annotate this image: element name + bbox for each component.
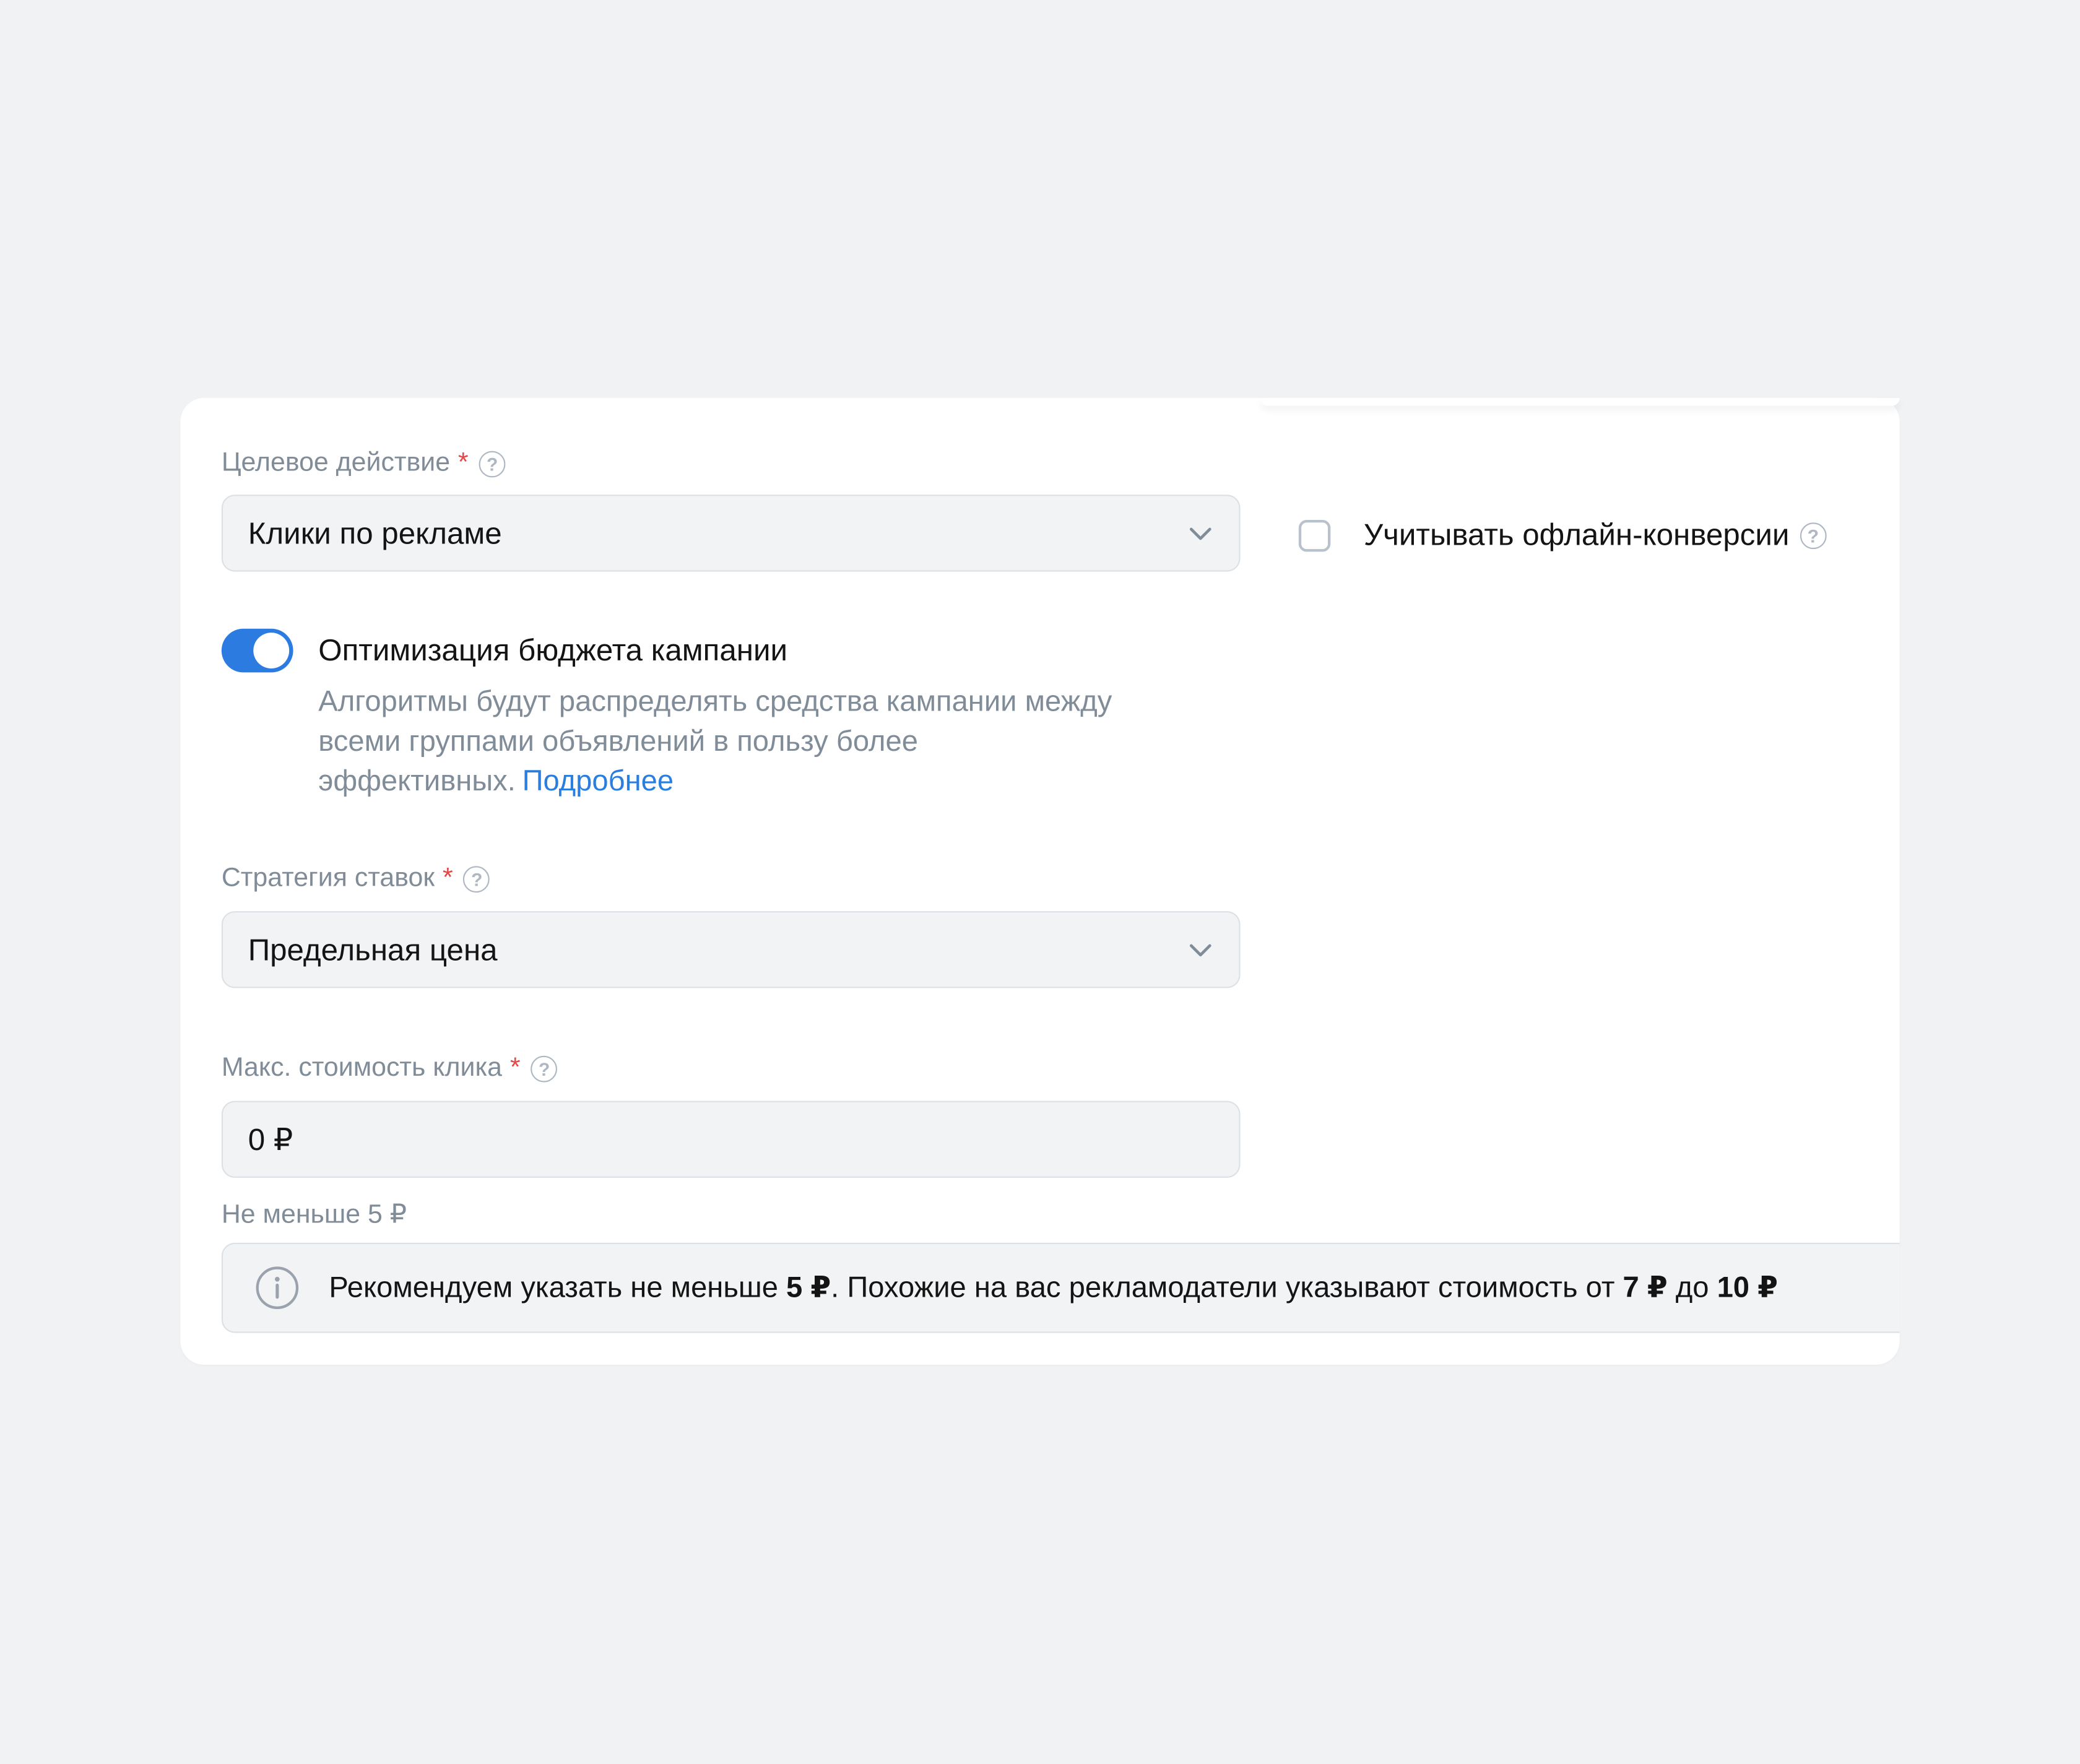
recommendation-min: 5 ₽ (786, 1270, 831, 1304)
target-action-label: Целевое действие (221, 448, 451, 478)
offline-conversions-checkbox[interactable] (1298, 519, 1331, 551)
help-icon[interactable]: ? (531, 1055, 558, 1082)
bid-strategy-label-row: Стратегия ставок * ? (222, 863, 490, 894)
bid-strategy-label: Стратегия ставок (221, 863, 435, 893)
help-icon[interactable]: ? (479, 450, 506, 477)
max-click-cost-hint: Не меньше 5 ₽ (221, 1200, 407, 1230)
max-click-cost-input[interactable]: 0 ₽ (221, 1100, 1241, 1178)
budget-optimization-description: Алгоритмы будут распределять средства ка… (318, 681, 1181, 801)
chevron-down-icon (1189, 944, 1211, 957)
chevron-down-icon (1189, 527, 1211, 540)
recommendation-to: 10 ₽ (1717, 1270, 1778, 1304)
help-icon[interactable]: ? (463, 865, 490, 893)
toggle-knob (253, 633, 290, 668)
learn-more-link[interactable]: Подробнее (522, 764, 674, 797)
info-icon (256, 1266, 299, 1309)
settings-card: Целевое действие * ? Клики по рекламе Уч… (180, 397, 1900, 1365)
offline-conversions-label: Учитывать офлайн-конверсии (1363, 517, 1790, 552)
overlay-panel-edge (1260, 397, 1900, 406)
required-mark: * (509, 1053, 521, 1083)
recommendation-from: 7 ₽ (1623, 1270, 1668, 1304)
max-click-cost-label: Макс. стоимость клика (221, 1053, 503, 1083)
budget-optimization-title: Оптимизация бюджета кампании (318, 633, 788, 667)
description-text: Алгоритмы будут распределять средства ка… (318, 684, 1112, 797)
offline-conversions-row[interactable]: Учитывать офлайн-конверсии ? (1298, 517, 1827, 553)
max-click-cost-value: 0 ₽ (248, 1121, 293, 1156)
target-action-value: Клики по рекламе (248, 515, 502, 550)
recommendation-part3: до (1667, 1270, 1717, 1304)
required-mark: * (442, 863, 453, 893)
bid-strategy-value: Предельная цена (248, 932, 498, 967)
recommendation-text: Рекомендуем указать не меньше 5 ₽. Похож… (329, 1271, 1778, 1305)
recommendation-box: Рекомендуем указать не меньше 5 ₽. Похож… (221, 1242, 1900, 1333)
budget-optimization-toggle[interactable] (221, 628, 293, 673)
max-click-cost-label-row: Макс. стоимость клика * ? (222, 1053, 558, 1083)
required-mark: * (457, 448, 469, 478)
bid-strategy-select[interactable]: Предельная цена (221, 911, 1241, 988)
target-action-select[interactable]: Клики по рекламе (221, 495, 1241, 572)
help-icon[interactable]: ? (1800, 522, 1827, 549)
target-action-label-row: Целевое действие * ? (222, 448, 506, 478)
recommendation-part2: . Похожие на вас рекламодатели указывают… (831, 1270, 1623, 1304)
recommendation-part1: Рекомендуем указать не меньше (329, 1270, 787, 1304)
